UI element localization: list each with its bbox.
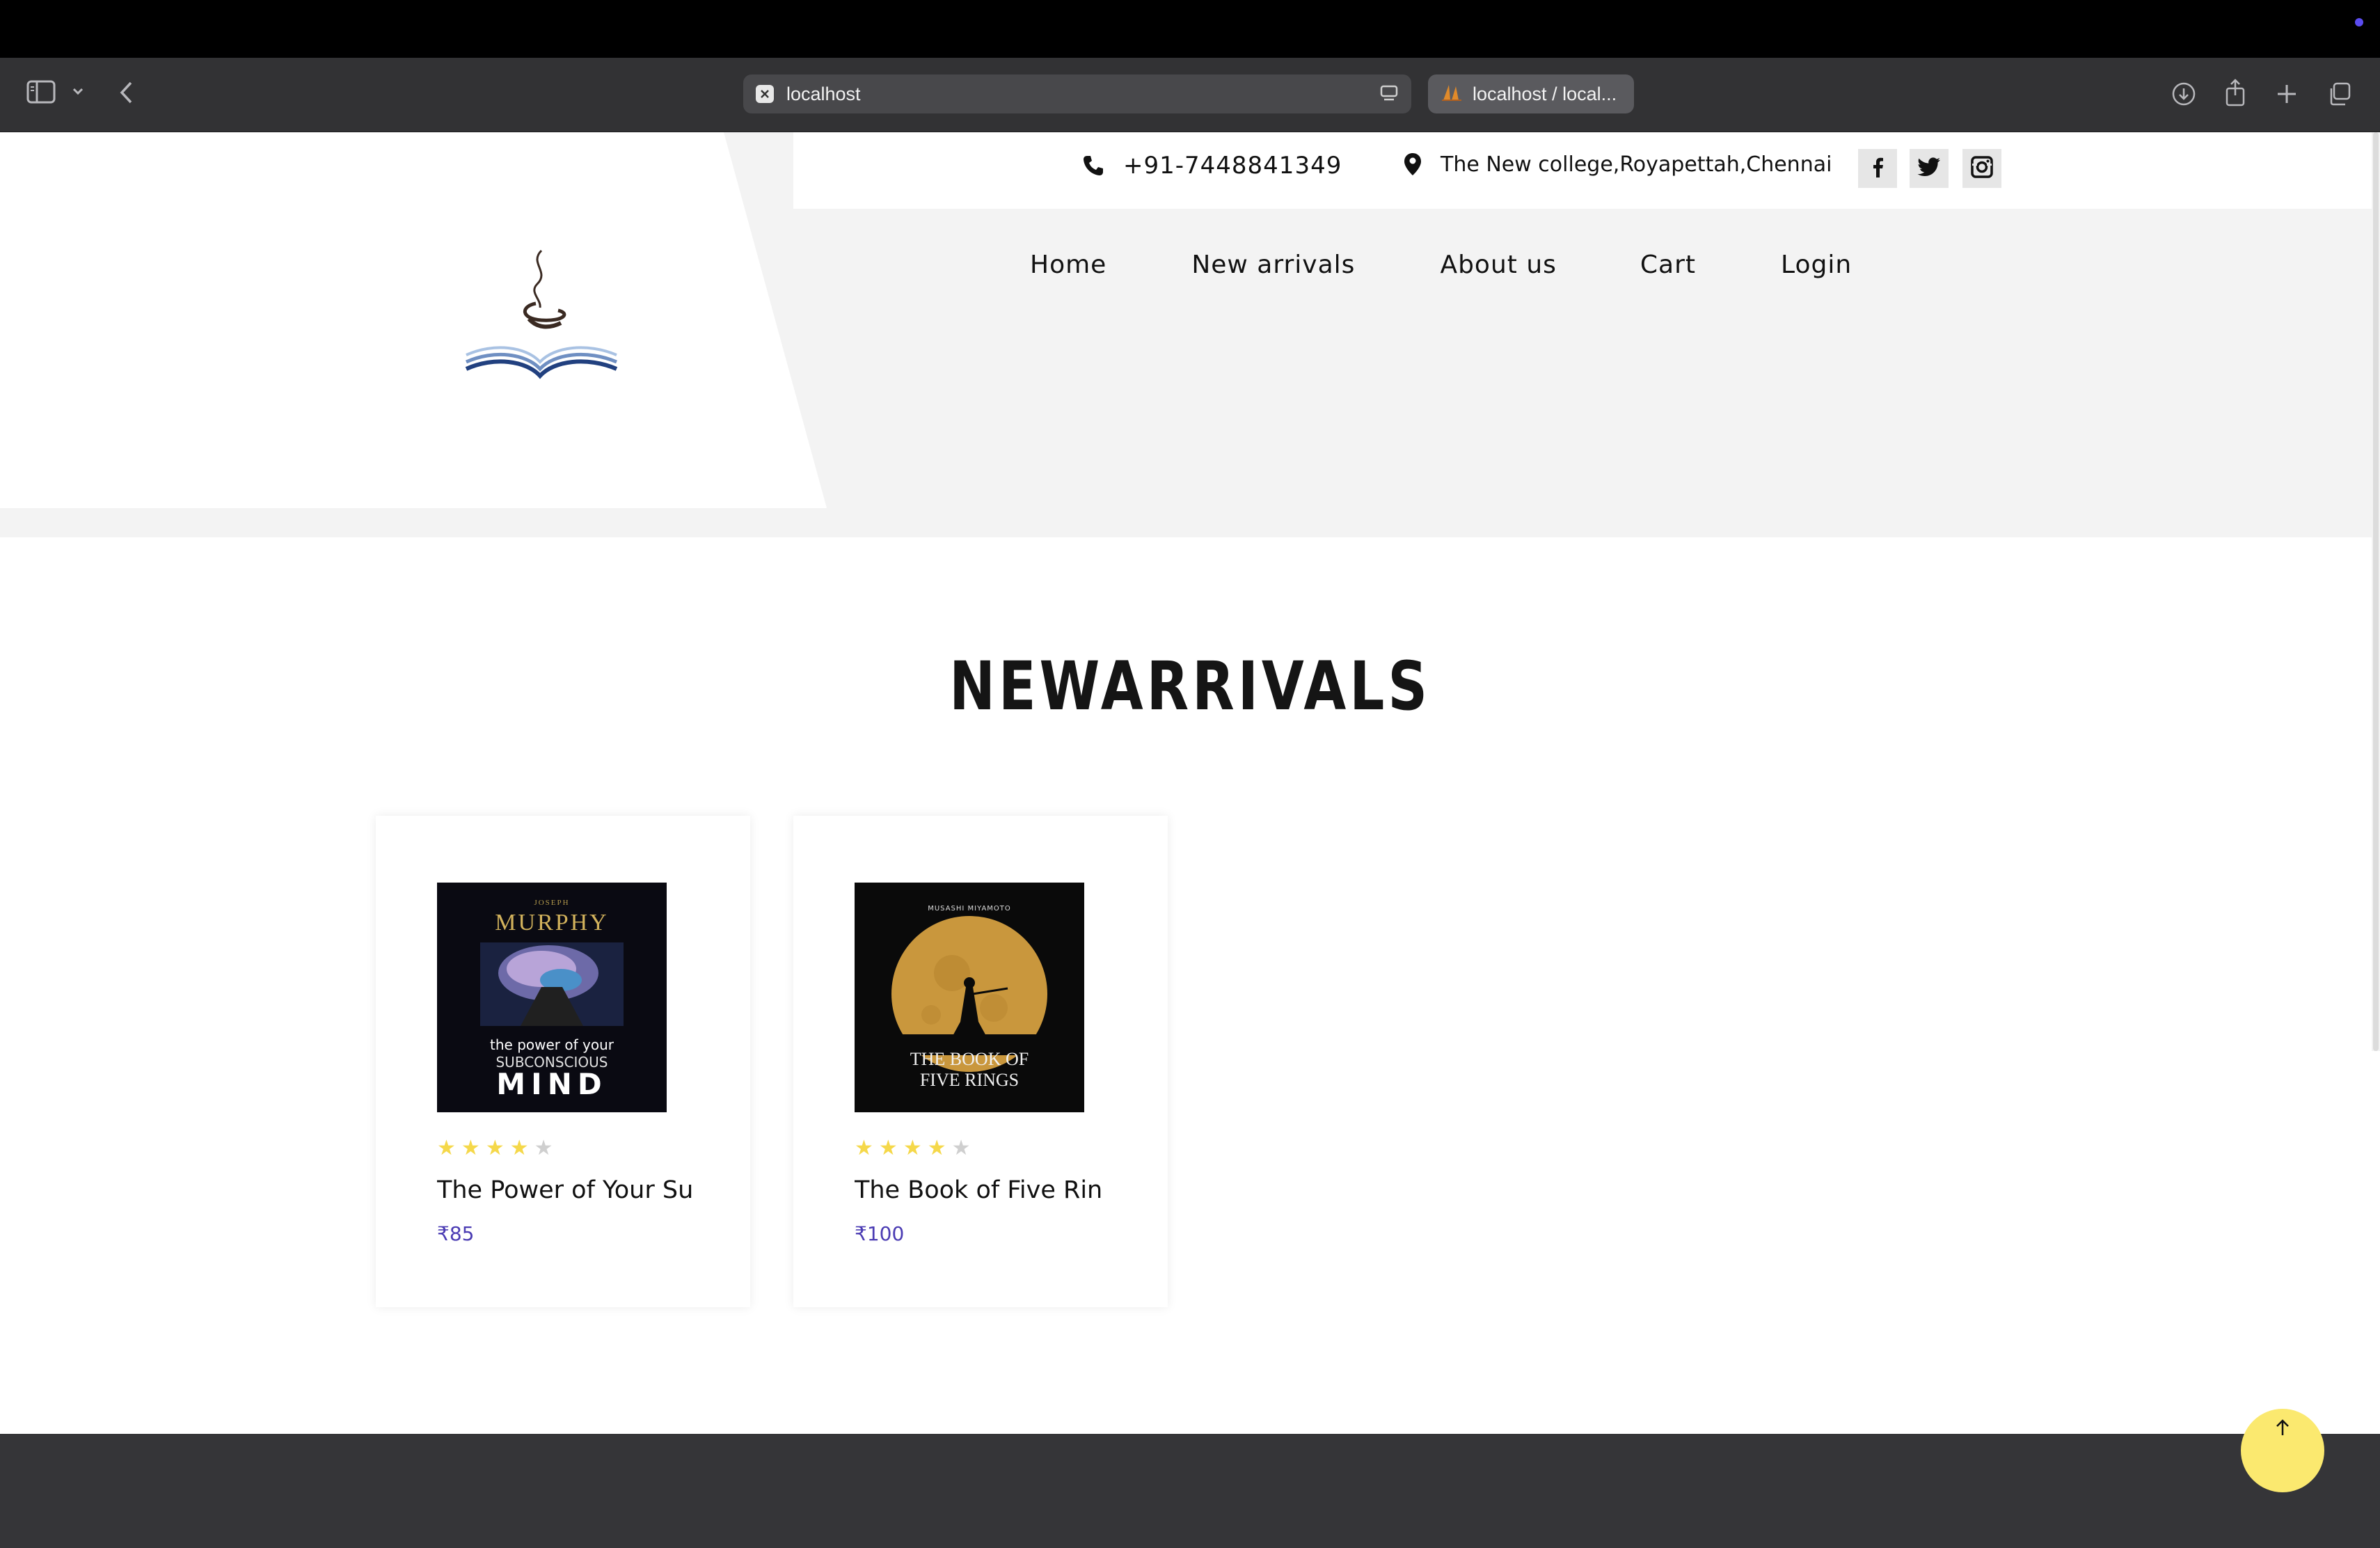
chevron-down-icon[interactable]	[71, 86, 85, 97]
nav-new-arrivals[interactable]: New arrivals	[1191, 251, 1355, 279]
rating-stars: ★ ★ ★ ★ ★	[855, 1136, 971, 1160]
instagram-icon	[1971, 155, 1993, 182]
cover-author: MURPHY	[495, 910, 608, 935]
sidebar-toggle-icon[interactable]	[26, 80, 56, 104]
cover-line-1: the power of your	[490, 1036, 614, 1053]
arrow-up-icon	[2275, 1419, 2290, 1492]
book-card[interactable]: JOSEPH MURPHY the power of your SUBCONSC…	[376, 816, 750, 1307]
star-filled-icon: ★	[485, 1137, 505, 1160]
phone-number: +91-7448841349	[1123, 152, 1342, 180]
star-filled-icon: ★	[461, 1137, 480, 1160]
book-title[interactable]: The Power of Your Su	[437, 1176, 695, 1204]
twitter-icon	[1917, 157, 1941, 180]
book-price: ₹85	[437, 1222, 475, 1245]
web-page: +91-7448841349 The New college,Royapetta…	[0, 132, 2380, 1548]
book-price: ₹100	[855, 1222, 905, 1245]
instagram-button[interactable]	[1962, 149, 2001, 188]
sail-logo-icon	[1441, 82, 1463, 106]
rating-stars: ★ ★ ★ ★ ★	[437, 1136, 553, 1160]
star-filled-icon: ★	[509, 1137, 529, 1160]
download-icon[interactable]	[2171, 81, 2196, 106]
book-cover-image[interactable]: MUSASHI MIYAMOTO THE BOOK OF FIVE RINGS	[855, 883, 1084, 1112]
book-card[interactable]: MUSASHI MIYAMOTO THE BOOK OF FIVE RINGS …	[793, 816, 1168, 1307]
facebook-icon	[1871, 157, 1884, 181]
book-title[interactable]: The Book of Five Rin	[855, 1176, 1112, 1204]
tab-overview-icon[interactable]	[2327, 81, 2352, 106]
reader-icon[interactable]	[1379, 84, 1399, 109]
star-filled-icon: ★	[878, 1137, 898, 1160]
scrollbar-track[interactable]	[2372, 132, 2380, 1051]
cover-line-3: MIND	[496, 1067, 607, 1101]
phone-icon	[1084, 156, 1103, 175]
tab-title: localhost	[786, 83, 861, 104]
star-filled-icon: ★	[437, 1137, 456, 1160]
tab-title: localhost / local...	[1473, 83, 1617, 104]
star-filled-icon: ★	[903, 1137, 922, 1160]
star-filled-icon: ★	[927, 1137, 946, 1160]
menu-bar	[0, 0, 2380, 58]
nav-login[interactable]: Login	[1781, 251, 1852, 279]
scroll-to-top-button[interactable]	[2241, 1409, 2324, 1492]
share-icon[interactable]	[2224, 79, 2246, 106]
address-text: The New college,Royapettah,Chennai	[1441, 152, 1832, 177]
main-nav: Home New arrivals About us Cart Login	[1030, 251, 1852, 279]
footer	[0, 1434, 2380, 1548]
nav-cart[interactable]: Cart	[1640, 251, 1696, 279]
cover-line-2: FIVE RINGS	[920, 1070, 1019, 1090]
status-dot	[2355, 18, 2363, 26]
address-contact: The New college,Royapettah,Chennai	[1403, 152, 1832, 177]
cover-author: MUSASHI MIYAMOTO	[928, 905, 1011, 913]
section-title: NEWARRIVALS	[949, 647, 1431, 725]
nav-about-us[interactable]: About us	[1440, 251, 1556, 279]
close-tab-icon[interactable]	[756, 85, 774, 103]
phone-contact[interactable]: +91-7448841349	[1081, 152, 1342, 180]
nav-home[interactable]: Home	[1030, 251, 1106, 279]
twitter-button[interactable]	[1910, 149, 1949, 188]
scrollbar-thumb[interactable]	[2373, 132, 2379, 1051]
star-filled-icon: ★	[855, 1137, 873, 1160]
tab-localhost[interactable]: localhost	[743, 74, 1411, 113]
tab-phpmyadmin[interactable]: localhost / local...	[1428, 74, 1634, 113]
facebook-button[interactable]	[1858, 149, 1897, 188]
logo-panel	[0, 132, 827, 508]
cover-author-first: JOSEPH	[534, 899, 569, 907]
location-pin-icon	[1404, 153, 1421, 175]
book-cover-image[interactable]: JOSEPH MURPHY the power of your SUBCONSC…	[437, 883, 667, 1112]
cover-line-1: THE BOOK OF	[910, 1049, 1029, 1069]
site-logo[interactable]	[459, 244, 626, 383]
star-empty-icon: ★	[534, 1137, 553, 1160]
back-icon[interactable]	[118, 80, 135, 105]
star-empty-icon: ★	[951, 1137, 971, 1160]
browser-toolbar: localhost localhost / local...	[0, 58, 2380, 132]
new-tab-icon[interactable]	[2276, 83, 2298, 105]
